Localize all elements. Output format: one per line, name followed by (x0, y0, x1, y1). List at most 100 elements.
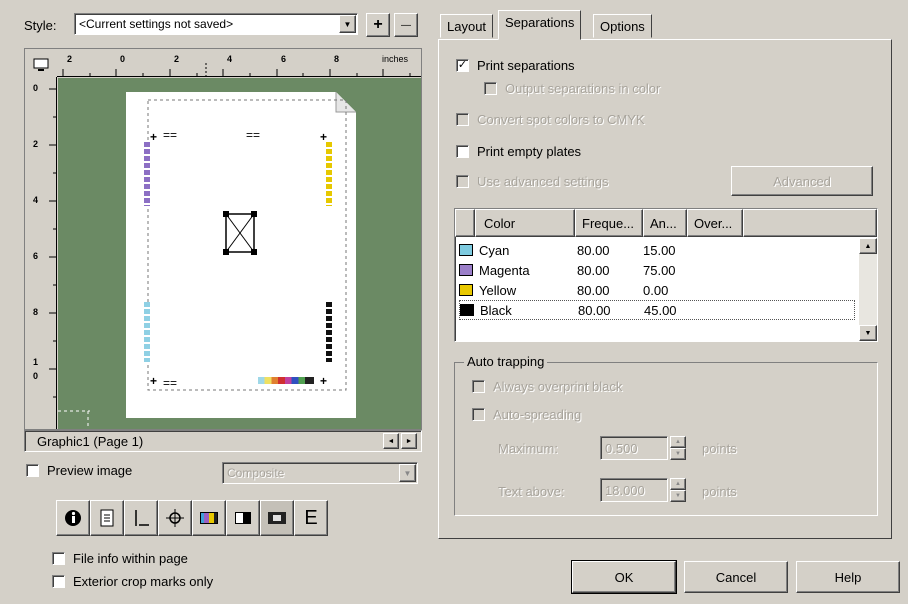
style-value: <Current settings not saved> (79, 17, 234, 31)
advanced-button-label: Advanced (773, 173, 831, 189)
table-row[interactable]: Cyan 80.00 15.00 (459, 240, 855, 260)
ruler-tick: 8 (33, 307, 39, 317)
file-info-checkbox[interactable] (52, 552, 65, 565)
output-in-color-option: Output separations in color (484, 81, 660, 96)
registration-icon[interactable] (158, 500, 192, 536)
crop-mark: == (246, 128, 261, 142)
print-separations-option[interactable]: ✓ Print separations (456, 58, 575, 73)
convert-spot-checkbox (456, 113, 469, 126)
color-name: Magenta (479, 262, 530, 278)
left-ruler: 0 2 4 6 8 1 0 (25, 77, 57, 429)
auto-spreading-option: Auto-spreading (472, 407, 581, 422)
header-angle[interactable]: An... (643, 209, 687, 237)
color-bars-icon[interactable] (192, 500, 226, 536)
maximum-field: 0.500 (600, 436, 668, 460)
convert-spot-label: Convert spot colors to CMYK (477, 112, 645, 127)
registration-mark: + (150, 374, 158, 388)
color-name: Yellow (479, 282, 517, 298)
preview-mode-value: Composite (227, 466, 285, 480)
graphic-placeholder (223, 211, 257, 255)
densitometer-icon[interactable] (226, 500, 260, 536)
tab-layout[interactable]: Layout (440, 14, 494, 38)
preview-mode-dropdown[interactable]: Composite ▼ (222, 462, 418, 484)
chevron-down-icon[interactable]: ▼ (339, 15, 356, 33)
exterior-crop-checkbox[interactable] (52, 575, 65, 588)
tab-separations[interactable]: Separations (498, 10, 582, 40)
scroll-up-icon[interactable]: ▲ (859, 238, 877, 254)
print-empty-option[interactable]: Print empty plates (456, 144, 581, 159)
advanced-settings-option: Use advanced settings (456, 174, 609, 189)
crop-mark: == (163, 376, 178, 390)
frequency-value: 80.00 (577, 282, 610, 298)
emulsion-icon[interactable]: E (294, 500, 328, 536)
print-separations-checkbox[interactable]: ✓ (456, 59, 469, 72)
ruler-tick: 0 (33, 83, 39, 93)
print-empty-label: Print empty plates (477, 144, 582, 159)
exterior-crop-option[interactable]: Exterior crop marks only (52, 574, 213, 589)
ruler-tick: 2 (67, 54, 73, 64)
info-icon[interactable] (56, 500, 90, 536)
previous-page-icon[interactable]: ◄ (383, 433, 399, 449)
chevron-down-icon[interactable]: ▼ (399, 464, 416, 482)
monitor-icon (33, 58, 49, 71)
black-tint-strip (326, 302, 332, 362)
yellow-tint-strip (326, 142, 332, 206)
text-above-value: 18.000 (605, 483, 645, 498)
table-row[interactable]: Yellow 80.00 0.00 (459, 280, 855, 300)
frequency-value: 80.00 (577, 262, 610, 278)
cyan-tint-strip (144, 302, 150, 362)
maximum-value: 0.500 (605, 441, 638, 456)
table-scrollbar[interactable]: ▲ ▼ (859, 238, 877, 341)
ruler-tick: 6 (33, 251, 39, 261)
help-button[interactable]: Help (796, 561, 900, 593)
tab-separations-label: Separations (505, 15, 575, 30)
frequency-value: 80.00 (578, 302, 611, 318)
ruler-tick: 0 (33, 371, 39, 381)
spin-down-icon: ▼ (670, 490, 686, 502)
angle-value: 45.00 (644, 302, 677, 318)
preview-canvas: + == == + + == + (58, 78, 421, 429)
preview-image-option[interactable]: Preview image (26, 463, 132, 478)
header-overprint[interactable]: Over... (687, 209, 743, 237)
style-dropdown[interactable]: <Current settings not saved> ▼ (74, 13, 358, 35)
ok-button-label: OK (614, 569, 634, 585)
separations-table: Color Freque... An... Over... Cyan 80.00… (454, 208, 878, 342)
auto-spreading-checkbox (472, 408, 485, 421)
advanced-settings-label: Use advanced settings (477, 174, 609, 189)
crop-marks-icon[interactable] (124, 500, 158, 536)
page-label: Graphic1 (Page 1) (37, 433, 144, 449)
ruler-tick: 2 (33, 139, 39, 149)
scroll-down-icon[interactable]: ▼ (859, 325, 877, 341)
page-icon[interactable] (90, 500, 124, 536)
color-name: Black (480, 302, 512, 318)
color-name: Cyan (479, 242, 510, 258)
color-swatch (459, 244, 473, 256)
print-empty-checkbox[interactable] (456, 145, 469, 158)
preview-toolbar: E (56, 500, 328, 536)
page-indicator: Graphic1 (Page 1) ◄ ► (24, 430, 422, 452)
add-style-button[interactable]: + (366, 13, 390, 37)
ruler-tick: 1 (33, 357, 39, 367)
next-page-icon[interactable]: ► (401, 433, 417, 449)
tab-options[interactable]: Options (593, 14, 652, 38)
spin-up-icon: ▲ (670, 436, 686, 448)
ok-button[interactable]: OK (571, 560, 677, 594)
remove-style-button[interactable]: — (394, 13, 418, 37)
film-icon[interactable] (260, 500, 294, 536)
color-swatch (459, 264, 473, 276)
file-info-option[interactable]: File info within page (52, 551, 188, 566)
header-frequency[interactable]: Freque... (575, 209, 643, 237)
table-row[interactable]: Magenta 80.00 75.00 (459, 260, 855, 280)
text-above-unit: points (702, 484, 737, 499)
cancel-button[interactable]: Cancel (684, 561, 788, 593)
registration-mark: + (150, 130, 158, 144)
spin-down-icon: ▼ (670, 448, 686, 460)
ruler-tick: 4 (227, 54, 233, 64)
maximum-spinner: ▲ ▼ (670, 436, 686, 460)
color-swatch (459, 284, 473, 296)
header-color[interactable]: Color (475, 209, 575, 237)
table-row[interactable]: Black 80.00 45.00 (459, 300, 855, 320)
header-spacer (455, 209, 475, 237)
print-separations-label: Print separations (477, 58, 575, 73)
preview-image-checkbox[interactable] (26, 464, 39, 477)
